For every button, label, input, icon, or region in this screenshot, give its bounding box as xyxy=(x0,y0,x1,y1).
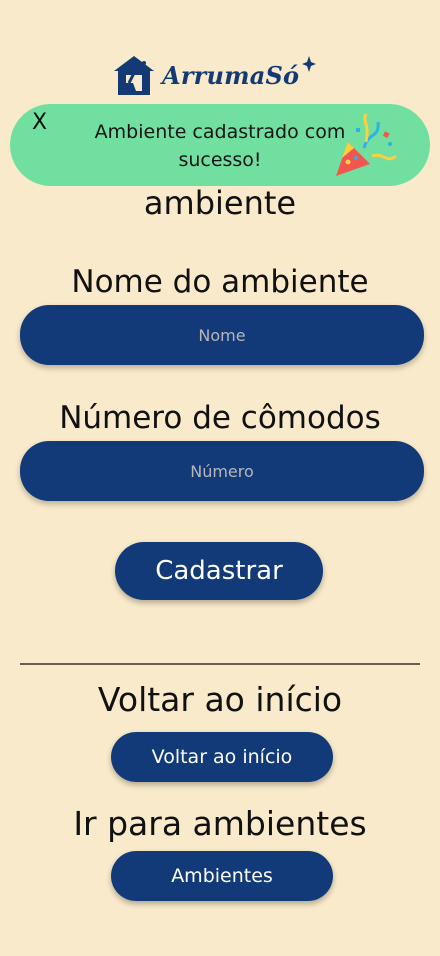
environments-section-heading: Ir para ambientes xyxy=(73,804,367,843)
app-logo: ArrumaSó xyxy=(112,52,318,98)
toast-message: Ambiente cadastrado com sucesso! xyxy=(94,121,346,171)
divider xyxy=(20,663,420,665)
rooms-input[interactable] xyxy=(20,441,424,501)
register-button[interactable]: Cadastrar xyxy=(115,542,323,600)
name-field-label: Nome do ambiente xyxy=(71,264,369,300)
rooms-field-label: Número de cômodos xyxy=(59,400,381,436)
toast-close-button[interactable]: X xyxy=(32,110,47,135)
party-popper-icon xyxy=(336,113,397,176)
name-input[interactable] xyxy=(20,305,424,365)
house-broom-icon xyxy=(114,56,154,95)
sparkle-icon xyxy=(302,56,316,72)
brand-name: ArrumaSó xyxy=(162,60,300,90)
home-section-heading: Voltar ao início xyxy=(97,680,343,719)
page-title: ambiente xyxy=(143,184,297,222)
environments-button[interactable]: Ambientes xyxy=(111,851,333,901)
home-button[interactable]: Voltar ao início xyxy=(111,732,333,782)
success-toast: X Ambiente cadastrado com sucesso! xyxy=(10,104,430,186)
